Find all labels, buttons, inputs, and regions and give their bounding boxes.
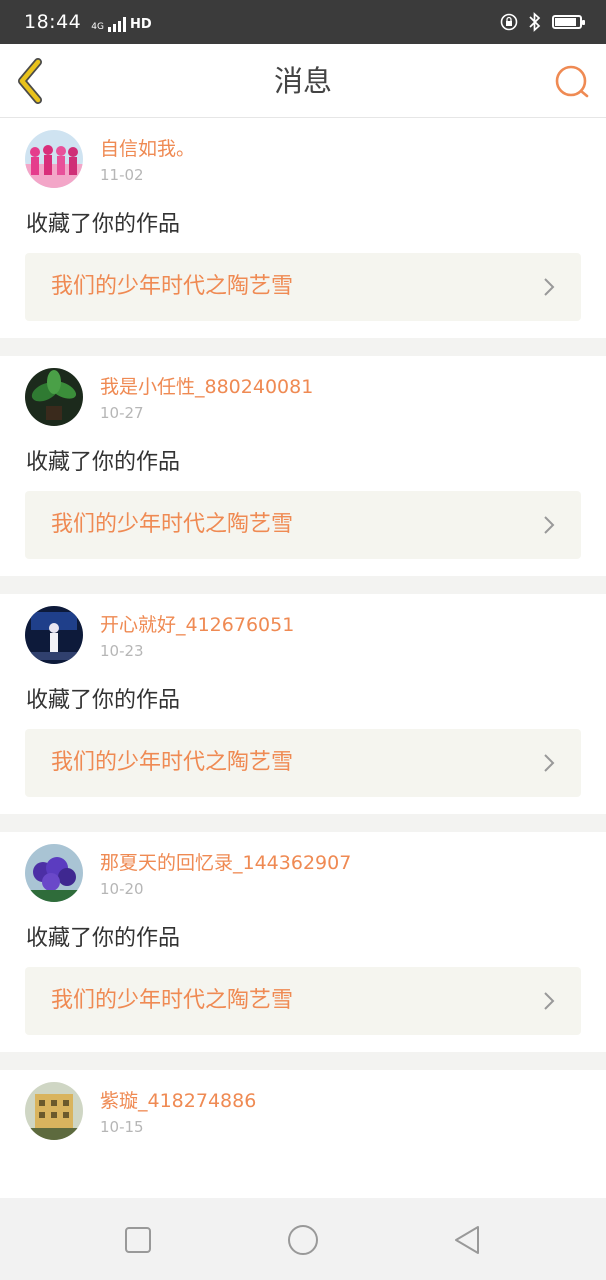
work-link[interactable]: 我们的少年时代之陶艺雪: [25, 967, 581, 1035]
avatar[interactable]: [25, 130, 83, 188]
page-title: 消息: [273, 64, 332, 98]
user-name[interactable]: 那夏天的回忆录_144362907: [100, 848, 351, 875]
square-icon: [125, 1227, 151, 1253]
home-button[interactable]: [285, 1222, 321, 1258]
system-nav-bar: [0, 1198, 606, 1280]
purple-flowers-photo-icon: [25, 844, 83, 902]
message-date: 10-27: [100, 404, 144, 422]
message-item: 紫璇_418274886 10-15: [0, 1070, 606, 1198]
chevron-right-icon: [544, 992, 555, 1010]
message-date: 10-23: [100, 642, 144, 660]
work-title: 我们的少年时代之陶艺雪: [51, 512, 294, 537]
message-item: 自信如我。 11-02 收藏了你的作品 我们的少年时代之陶艺雪: [0, 118, 606, 338]
message-item: 那夏天的回忆录_144362907 10-20 收藏了你的作品 我们的少年时代之…: [0, 832, 606, 1052]
chevron-right-icon: [544, 754, 555, 772]
work-title: 我们的少年时代之陶艺雪: [51, 750, 294, 775]
back-arrow-icon: [18, 58, 42, 104]
message-item: 开心就好_412676051 10-23 收藏了你的作品 我们的少年时代之陶艺雪: [0, 594, 606, 814]
back-button[interactable]: [14, 58, 54, 104]
building-photo-icon: [25, 1082, 83, 1140]
message-item: 我是小任性_880240081 10-27 收藏了你的作品 我们的少年时代之陶艺…: [0, 356, 606, 576]
work-link[interactable]: 我们的少年时代之陶艺雪: [25, 491, 581, 559]
avatar[interactable]: [25, 368, 83, 426]
header: 消息: [0, 44, 606, 118]
circle-icon: [288, 1225, 318, 1255]
status-time: 18:44: [24, 11, 82, 33]
battery-icon: [552, 15, 585, 29]
bluetooth-icon: [529, 12, 541, 32]
message-action: 收藏了你的作品: [26, 688, 181, 713]
message-action: 收藏了你的作品: [26, 926, 181, 951]
user-name[interactable]: 紫璇_418274886: [100, 1086, 256, 1113]
message-date: 10-15: [100, 1118, 144, 1136]
work-title: 我们的少年时代之陶艺雪: [51, 274, 294, 299]
work-title: 我们的少年时代之陶艺雪: [51, 988, 294, 1013]
chevron-right-icon: [544, 278, 555, 296]
search-icon: [555, 65, 589, 98]
signal-icon: [107, 16, 126, 32]
recent-apps-button[interactable]: [120, 1222, 156, 1258]
user-name[interactable]: 开心就好_412676051: [100, 610, 294, 637]
network-indicator: 4G HD: [91, 12, 152, 32]
search-button[interactable]: [552, 62, 592, 102]
message-list[interactable]: 自信如我。 11-02 收藏了你的作品 我们的少年时代之陶艺雪 我是小任性_88…: [0, 118, 606, 1198]
avatar[interactable]: [25, 844, 83, 902]
message-date: 11-02: [100, 166, 144, 184]
work-link[interactable]: 我们的少年时代之陶艺雪: [25, 729, 581, 797]
triangle-back-icon: [455, 1226, 479, 1254]
stage-performer-photo-icon: [25, 606, 83, 664]
system-back-button[interactable]: [450, 1222, 486, 1258]
avatar[interactable]: [25, 606, 83, 664]
work-link[interactable]: 我们的少年时代之陶艺雪: [25, 253, 581, 321]
message-action: 收藏了你的作品: [26, 212, 181, 237]
plant-photo-icon: [25, 368, 83, 426]
network-type: 4G: [91, 22, 104, 32]
message-action: 收藏了你的作品: [26, 450, 181, 475]
group-dance-photo-icon: [25, 130, 83, 188]
chevron-right-icon: [544, 516, 555, 534]
message-date: 10-20: [100, 880, 144, 898]
hd-label: HD: [129, 17, 152, 32]
avatar[interactable]: [25, 1082, 83, 1140]
status-bar: 18:44 4G HD: [0, 0, 606, 44]
user-name[interactable]: 自信如我。: [100, 134, 195, 161]
lock-rotation-icon: [500, 13, 518, 31]
user-name[interactable]: 我是小任性_880240081: [100, 372, 313, 399]
